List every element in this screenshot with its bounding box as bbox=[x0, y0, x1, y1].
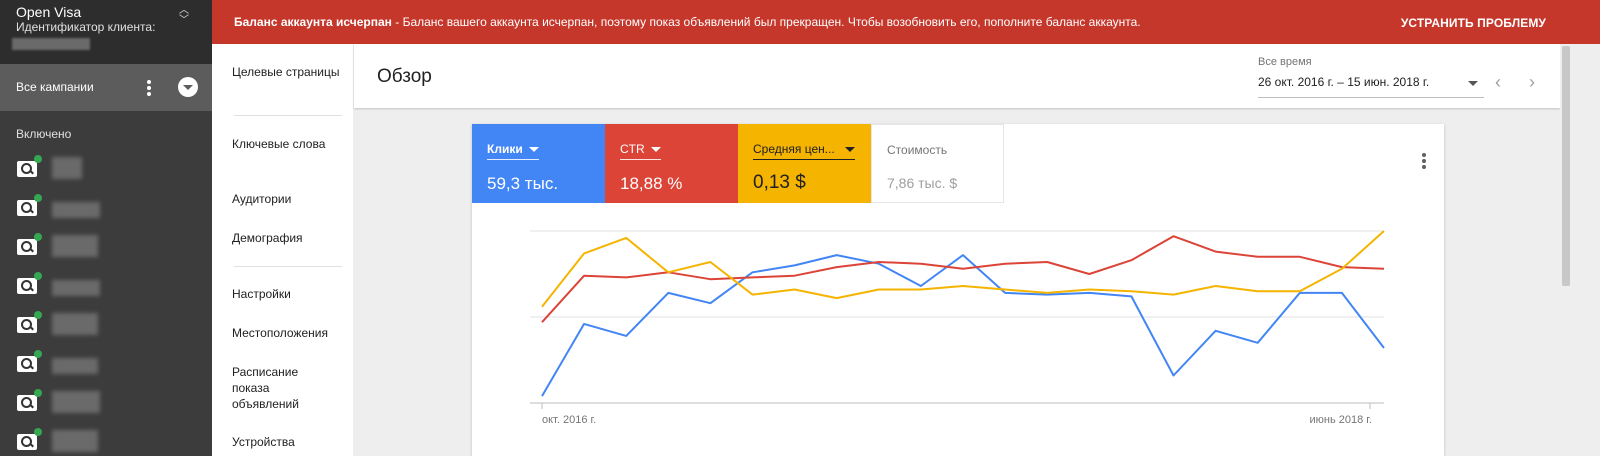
dropdown-arrow-icon bbox=[844, 147, 855, 153]
menu-item-audiences[interactable]: Аудитории bbox=[232, 191, 348, 207]
campaign-item[interactable] bbox=[0, 233, 212, 272]
account-id-redacted bbox=[12, 38, 90, 50]
page-title: Обзор bbox=[377, 66, 432, 87]
status-dot bbox=[34, 155, 42, 163]
campaign-item[interactable] bbox=[0, 194, 212, 233]
menu-divider bbox=[234, 266, 342, 267]
search-icon bbox=[17, 161, 37, 177]
dropdown-arrow-icon bbox=[650, 147, 661, 153]
campaign-name-redacted bbox=[52, 157, 82, 179]
series-line-0 bbox=[541, 254, 1385, 397]
campaign-item[interactable] bbox=[0, 311, 212, 350]
status-dot bbox=[34, 194, 42, 202]
enabled-section-label: Включено bbox=[16, 127, 72, 141]
metric-clicks-value: 59,3 тыс. bbox=[487, 174, 559, 193]
more-vert-icon[interactable] bbox=[1420, 152, 1428, 172]
series-line-1 bbox=[541, 235, 1385, 323]
alert-message: - Баланс вашего аккаунта исчерпан, поэто… bbox=[391, 15, 1141, 29]
status-dot bbox=[34, 350, 42, 358]
alert-text: Баланс аккаунта исчерпан - Баланс вашего… bbox=[234, 15, 1141, 29]
campaign-name-redacted bbox=[52, 313, 98, 335]
dropdown-arrow-icon bbox=[1468, 81, 1478, 86]
x-tick-label-end: июнь 2018 г. bbox=[1309, 414, 1372, 426]
expand-collapse-icon[interactable]: ︿ ﹀ bbox=[176, 6, 192, 32]
scrollbar-thumb[interactable] bbox=[1562, 46, 1570, 286]
date-range-select[interactable]: 26 окт. 2016 г. – 15 июн. 2018 г. bbox=[1258, 74, 1484, 98]
metric-cost-name: Стоимость bbox=[887, 143, 948, 157]
dropdown-circle-icon[interactable] bbox=[178, 77, 198, 97]
account-id-label: Идентификатор клиента: bbox=[16, 20, 156, 34]
metric-clicks-name: Клики bbox=[487, 142, 523, 156]
search-icon bbox=[17, 317, 37, 333]
campaign-name-redacted bbox=[52, 280, 100, 296]
metric-avg-cpc-name: Средняя цен... bbox=[753, 142, 835, 156]
date-range-value: 26 окт. 2016 г. – 15 июн. 2018 г. bbox=[1258, 75, 1430, 89]
metric-ctr-value: 18,88 % bbox=[620, 174, 683, 193]
x-tick-label-start: окт. 2016 г. bbox=[542, 414, 596, 426]
metric-cost[interactable]: Стоимость 7,86 тыс. $ bbox=[871, 124, 1004, 203]
account-balance-alert: Баланс аккаунта исчерпан - Баланс вашего… bbox=[212, 0, 1600, 44]
overview-card: Клики 59,3 тыс. CTR 18,88 % Средняя цен.… bbox=[472, 124, 1444, 456]
series-layer bbox=[541, 230, 1385, 397]
date-range-label: Все время bbox=[1258, 56, 1312, 68]
all-campaigns-label: Все кампании bbox=[16, 80, 94, 94]
search-icon bbox=[17, 278, 37, 294]
account-name: Open Visa bbox=[16, 4, 82, 20]
menu-item-ad-schedule[interactable]: Расписание показа объявлений bbox=[232, 364, 322, 412]
status-dot bbox=[34, 389, 42, 397]
menu-item-devices[interactable]: Устройства bbox=[232, 434, 348, 450]
campaign-name-redacted bbox=[52, 202, 100, 218]
page-menu: Целевые страницы Ключевые слова Аудитори… bbox=[212, 44, 353, 456]
campaign-item[interactable] bbox=[0, 155, 212, 194]
menu-item-keywords[interactable]: Ключевые слова bbox=[232, 136, 348, 152]
metric-clicks-selector[interactable]: Клики bbox=[487, 142, 539, 160]
metric-ctr[interactable]: CTR 18,88 % bbox=[605, 124, 738, 203]
metric-avg-cpc-selector[interactable]: Средняя цен... bbox=[753, 142, 855, 160]
metric-avg-cpc[interactable]: Средняя цен... 0,13 $ bbox=[738, 124, 871, 203]
search-icon bbox=[17, 356, 37, 372]
metric-ctr-name: CTR bbox=[620, 142, 645, 156]
metric-cost-value: 7,86 тыс. $ bbox=[887, 175, 958, 191]
status-dot bbox=[34, 428, 42, 436]
metric-ctr-selector[interactable]: CTR bbox=[620, 142, 661, 160]
menu-item-locations[interactable]: Местоположения bbox=[232, 325, 348, 341]
menu-item-landing-pages[interactable]: Целевые страницы bbox=[232, 64, 348, 80]
search-icon bbox=[17, 200, 37, 216]
search-icon bbox=[17, 434, 37, 450]
dropdown-arrow-icon bbox=[528, 147, 539, 153]
campaign-name-redacted bbox=[52, 430, 98, 452]
campaign-item[interactable] bbox=[0, 389, 212, 428]
menu-item-settings[interactable]: Настройки bbox=[232, 286, 348, 302]
page-header: Обзор Все время 26 окт. 2016 г. – 15 июн… bbox=[354, 44, 1560, 108]
campaign-name-redacted bbox=[52, 391, 100, 413]
menu-divider bbox=[234, 115, 342, 116]
metric-clicks[interactable]: Клики 59,3 тыс. bbox=[472, 124, 605, 203]
campaign-name-redacted bbox=[52, 358, 98, 374]
status-dot bbox=[34, 272, 42, 280]
chevron-left-icon[interactable]: ‹ bbox=[1490, 73, 1506, 91]
search-icon bbox=[17, 395, 37, 411]
campaign-item[interactable] bbox=[0, 350, 212, 389]
more-vert-icon[interactable] bbox=[144, 78, 154, 98]
account-switcher[interactable]: Open Visa Идентификатор клиента: ︿ ﹀ bbox=[0, 0, 212, 64]
alert-title: Баланс аккаунта исчерпан bbox=[234, 15, 392, 29]
campaign-sidebar: Open Visa Идентификатор клиента: ︿ ﹀ Все … bbox=[0, 0, 212, 456]
campaign-item[interactable] bbox=[0, 272, 212, 311]
status-dot bbox=[34, 233, 42, 241]
search-icon bbox=[17, 239, 37, 255]
fix-problem-button[interactable]: УСТРАНИТЬ ПРОБЛЕМУ bbox=[1401, 16, 1546, 30]
status-dot bbox=[34, 311, 42, 319]
chevron-right-icon[interactable]: › bbox=[1524, 73, 1540, 91]
metric-avg-cpc-value: 0,13 $ bbox=[753, 172, 806, 193]
campaign-item[interactable] bbox=[0, 428, 212, 456]
campaign-name-redacted bbox=[52, 235, 98, 257]
performance-line-chart: окт. 2016 г. июнь 2018 г. bbox=[530, 230, 1385, 426]
menu-item-demographics[interactable]: Демография bbox=[232, 230, 348, 246]
